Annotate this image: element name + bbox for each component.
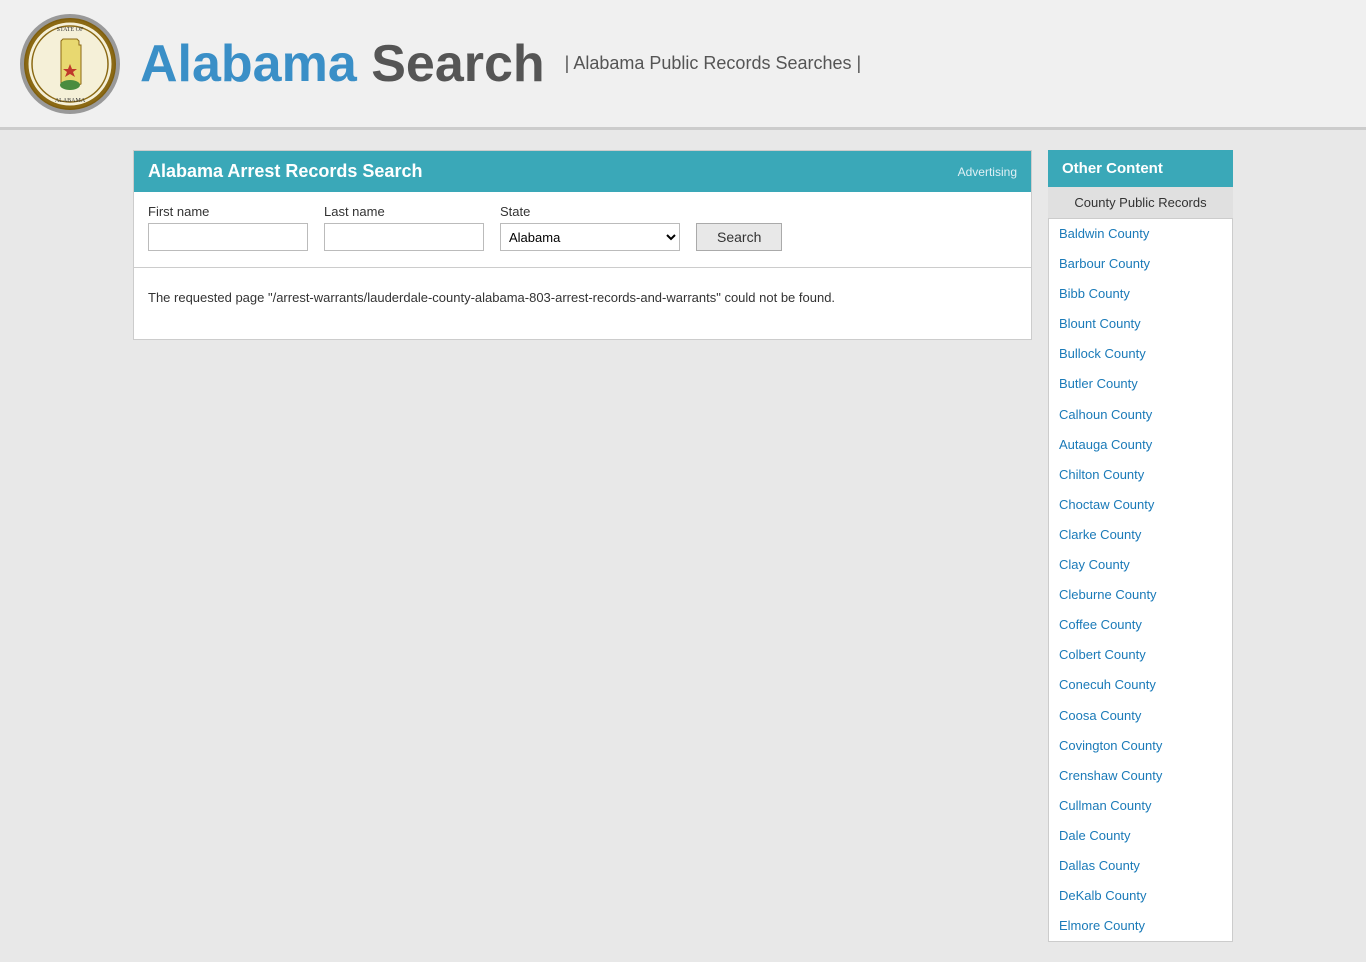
search-button[interactable]: Search <box>696 223 782 251</box>
county-link[interactable]: Crenshaw County <box>1049 761 1232 791</box>
county-link[interactable]: Covington County <box>1049 731 1232 761</box>
svg-text:STATE OF: STATE OF <box>57 27 84 33</box>
county-link[interactable]: Cullman County <box>1049 791 1232 821</box>
county-link[interactable]: Blount County <box>1049 309 1232 339</box>
first-name-field: First name <box>148 204 308 251</box>
county-link[interactable]: Calhoun County <box>1049 400 1232 430</box>
county-link[interactable]: Bibb County <box>1049 279 1232 309</box>
county-link[interactable]: Cleburne County <box>1049 580 1232 610</box>
county-list: Baldwin CountyBarbour CountyBibb CountyB… <box>1048 219 1233 942</box>
error-box: The requested page "/arrest-warrants/lau… <box>133 268 1032 340</box>
logo-area: STATE OF ALABAMA Alabama Search | Alabam… <box>20 14 861 114</box>
county-link[interactable]: Choctaw County <box>1049 490 1232 520</box>
county-link[interactable]: Autauga County <box>1049 430 1232 460</box>
sidebar: Other Content County Public Records Bald… <box>1048 150 1233 942</box>
county-link[interactable]: Coosa County <box>1049 701 1232 731</box>
form-row: First name Last name State AlabamaAlaska… <box>148 204 1017 251</box>
state-field: State AlabamaAlaskaArizonaArkansasCalifo… <box>500 204 680 251</box>
county-link[interactable]: Clay County <box>1049 550 1232 580</box>
county-link[interactable]: Barbour County <box>1049 249 1232 279</box>
svg-text:ALABAMA: ALABAMA <box>55 98 86 104</box>
last-name-label: Last name <box>324 204 484 219</box>
main-wrapper: Alabama Arrest Records Search Advertisin… <box>123 150 1243 942</box>
county-link[interactable]: Bullock County <box>1049 339 1232 369</box>
title-text: Alabama Search <box>140 34 545 94</box>
site-subtitle: | Alabama Public Records Searches | <box>565 53 862 74</box>
state-select[interactable]: AlabamaAlaskaArizonaArkansasCaliforniaCo… <box>500 223 680 251</box>
last-name-field: Last name <box>324 204 484 251</box>
first-name-input[interactable] <box>148 223 308 251</box>
title-alabama: Alabama <box>140 35 357 93</box>
county-list-header: County Public Records <box>1048 187 1233 219</box>
site-header: STATE OF ALABAMA Alabama Search | Alabam… <box>0 0 1366 130</box>
error-message: The requested page "/arrest-warrants/lau… <box>148 288 1017 309</box>
search-form-box: Alabama Arrest Records Search Advertisin… <box>133 150 1032 268</box>
content-area: Alabama Arrest Records Search Advertisin… <box>133 150 1032 942</box>
county-link[interactable]: Butler County <box>1049 369 1232 399</box>
title-search: Search <box>371 35 544 93</box>
search-form-body: First name Last name State AlabamaAlaska… <box>134 192 1031 267</box>
county-link[interactable]: Chilton County <box>1049 460 1232 490</box>
sidebar-header: Other Content <box>1048 150 1233 187</box>
county-link[interactable]: Clarke County <box>1049 520 1232 550</box>
alabama-seal: STATE OF ALABAMA <box>20 14 120 114</box>
county-link[interactable]: Conecuh County <box>1049 670 1232 700</box>
form-heading: Alabama Arrest Records Search <box>148 161 422 182</box>
site-title: Alabama Search | Alabama Public Records … <box>140 34 861 94</box>
county-link[interactable]: Dale County <box>1049 821 1232 851</box>
last-name-input[interactable] <box>324 223 484 251</box>
advertising-label: Advertising <box>958 165 1017 179</box>
county-link[interactable]: Dallas County <box>1049 851 1232 881</box>
search-form-header: Alabama Arrest Records Search Advertisin… <box>134 151 1031 192</box>
county-link[interactable]: DeKalb County <box>1049 881 1232 911</box>
county-link[interactable]: Colbert County <box>1049 640 1232 670</box>
first-name-label: First name <box>148 204 308 219</box>
county-link[interactable]: Coffee County <box>1049 610 1232 640</box>
state-label: State <box>500 204 680 219</box>
county-link[interactable]: Baldwin County <box>1049 219 1232 249</box>
county-link[interactable]: Elmore County <box>1049 911 1232 941</box>
